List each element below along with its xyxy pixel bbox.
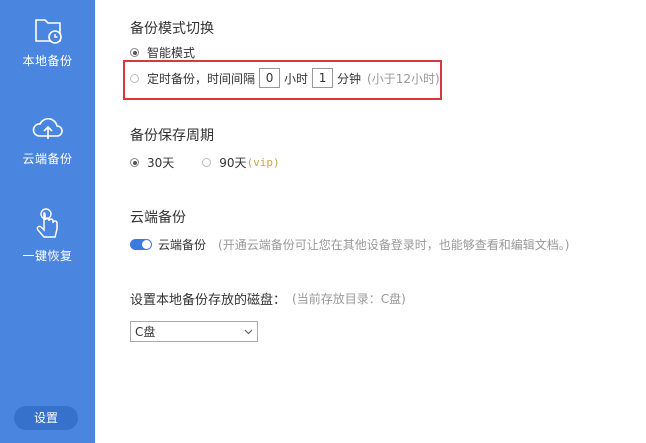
cloud-upload-icon <box>32 118 63 139</box>
smart-mode-option[interactable]: 智能模式 <box>130 44 195 61</box>
cloud-backup-row: 云端备份 (开通云端备份可让您在其他设备登录时，也能够查看和编辑文档。) <box>130 236 569 253</box>
retention-90-radio[interactable] <box>202 158 212 167</box>
sidebar: 本地备份 云端备份 一键恢复 设置 <box>0 0 95 443</box>
cloud-backup-hint: (开通云端备份可让您在其他设备登录时，也能够查看和编辑文档。) <box>218 238 570 252</box>
smart-mode-label: 智能模式 <box>147 46 196 60</box>
disk-select-value: C盘 <box>135 325 156 339</box>
retention-title: 备份保存周期 <box>130 128 214 144</box>
sidebar-item-label: 一键恢复 <box>22 249 73 263</box>
hand-tap-icon <box>36 208 58 238</box>
vip-tag: (vip) <box>246 156 280 169</box>
sidebar-item-local-backup[interactable]: 本地备份 <box>0 10 95 69</box>
disk-setting-row: 设置本地备份存放的磁盘： (当前存放目录：C盘) <box>130 289 406 308</box>
disk-select[interactable]: C盘 <box>130 321 258 342</box>
cloud-backup-toggle-label: 云端备份 <box>158 238 207 252</box>
cloud-backup-toggle[interactable] <box>130 239 152 250</box>
backup-mode-title: 备份模式切换 <box>130 21 214 37</box>
retention-options: 30天 90天 (vip) <box>130 154 280 171</box>
folder-clock-icon <box>34 19 62 44</box>
sidebar-item-cloud-backup[interactable]: 云端备份 <box>0 108 95 167</box>
smart-mode-radio[interactable] <box>130 48 139 57</box>
sidebar-item-label: 云端备份 <box>22 152 73 166</box>
settings-button[interactable]: 设置 <box>14 406 78 430</box>
chevron-down-icon <box>244 329 253 334</box>
disk-label: 设置本地备份存放的磁盘： <box>130 293 287 308</box>
highlight-annotation <box>123 60 442 100</box>
sidebar-item-restore[interactable]: 一键恢复 <box>0 205 95 264</box>
retention-30-radio[interactable] <box>130 158 139 167</box>
cloud-backup-title: 云端备份 <box>130 210 186 226</box>
sidebar-item-label: 本地备份 <box>22 54 73 68</box>
retention-90-label: 90天 <box>219 156 247 170</box>
retention-30-label: 30天 <box>147 156 175 170</box>
current-dir-hint: (当前存放目录：C盘) <box>292 292 406 306</box>
